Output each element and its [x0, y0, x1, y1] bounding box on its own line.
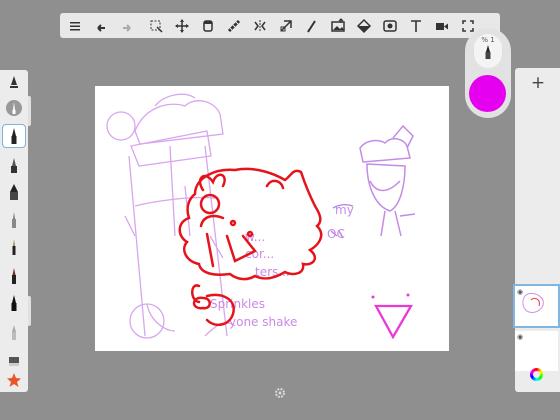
add-layer-button[interactable]: +	[527, 72, 549, 94]
main-toolbar	[60, 13, 500, 38]
layer-thumbnail-1[interactable]: ◉	[513, 284, 560, 328]
brush-ink-icon[interactable]	[3, 265, 25, 287]
list-icon[interactable]	[62, 13, 88, 38]
brush-preview-button[interactable]: % 1	[474, 34, 502, 68]
text-icon[interactable]	[403, 13, 429, 38]
favorites-star-icon[interactable]	[3, 369, 25, 391]
annotation-oc: OC	[327, 227, 345, 241]
eye-icon[interactable]: ◉	[517, 288, 523, 296]
panel-edge-handle[interactable]	[28, 96, 31, 126]
eye-icon[interactable]: ◉	[517, 333, 523, 341]
fill-icon[interactable]	[351, 13, 377, 38]
transform-icon[interactable]	[169, 13, 195, 38]
brush-library-panel	[0, 70, 28, 392]
layer-thumbnail-2[interactable]: ◉	[515, 331, 558, 371]
top-grip-handle[interactable]	[272, 2, 288, 17]
brush-library-icon[interactable]	[3, 72, 25, 94]
drawing-canvas[interactable]: my OC w... cor... ters... Sprinkles yone…	[95, 86, 449, 351]
ruler-icon[interactable]	[221, 13, 247, 38]
brush-marker-icon[interactable]	[3, 209, 25, 231]
canvas-artwork: my OC w... cor... ters... Sprinkles yone…	[106, 93, 416, 340]
brush-airbrush-icon[interactable]	[3, 181, 25, 203]
settings-gear-icon[interactable]	[274, 387, 286, 399]
video-icon[interactable]	[429, 13, 455, 38]
current-color-swatch[interactable]	[469, 75, 506, 112]
brush-eraser-icon[interactable]	[3, 348, 25, 370]
pen-icon[interactable]	[299, 13, 325, 38]
layers-stack-icon[interactable]	[195, 13, 221, 38]
brush-pencil-icon[interactable]	[3, 154, 25, 176]
brush-ballpoint-icon[interactable]	[2, 124, 26, 148]
brush-tip-icon	[485, 45, 491, 59]
annotation-sprinkles: Sprinkles	[210, 297, 265, 311]
distort-icon[interactable]	[273, 13, 299, 38]
selection-icon[interactable]	[143, 13, 169, 38]
annotation-my: my	[335, 203, 354, 217]
undo-icon[interactable]	[88, 13, 114, 38]
brush-wet-icon[interactable]	[3, 321, 25, 343]
brush-calligraphy-icon[interactable]	[3, 292, 25, 314]
annotation-yone-shake: yone shake	[229, 315, 297, 329]
image-import-icon[interactable]	[325, 13, 351, 38]
symmetry-icon[interactable]	[247, 13, 273, 38]
brush-fineliner-icon[interactable]	[3, 236, 25, 258]
color-wheel-icon[interactable]	[530, 368, 543, 381]
panel-edge-handle[interactable]	[28, 296, 31, 326]
brush-size-thumb-icon[interactable]	[3, 97, 25, 119]
brush-opacity-label: % 1	[481, 36, 495, 44]
stencil-icon[interactable]	[377, 13, 403, 38]
redo-icon[interactable]	[114, 13, 140, 38]
